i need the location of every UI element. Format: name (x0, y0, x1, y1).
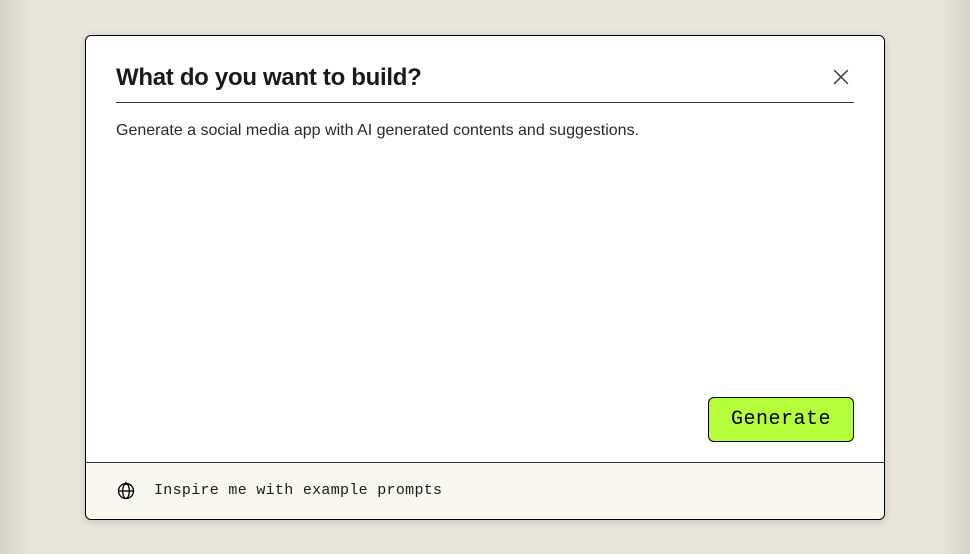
header-divider (116, 102, 854, 103)
inspire-prompts-label: Inspire me with example prompts (154, 482, 442, 499)
modal-actions: Generate (116, 397, 854, 442)
background-blur-right (940, 0, 970, 554)
generate-button[interactable]: Generate (708, 397, 854, 442)
prompt-input[interactable] (116, 119, 854, 379)
background-blur-left (0, 0, 30, 554)
modal-title: What do you want to build? (116, 64, 421, 92)
prompt-area (116, 119, 854, 379)
modal-header: What do you want to build? (116, 64, 854, 92)
modal-body: What do you want to build? Generate (86, 36, 884, 462)
build-prompt-modal: What do you want to build? Generate Insp… (85, 35, 885, 520)
modal-footer[interactable]: Inspire me with example prompts (86, 462, 884, 519)
close-icon (830, 66, 852, 88)
globe-icon (116, 481, 136, 501)
close-button[interactable] (828, 64, 854, 90)
